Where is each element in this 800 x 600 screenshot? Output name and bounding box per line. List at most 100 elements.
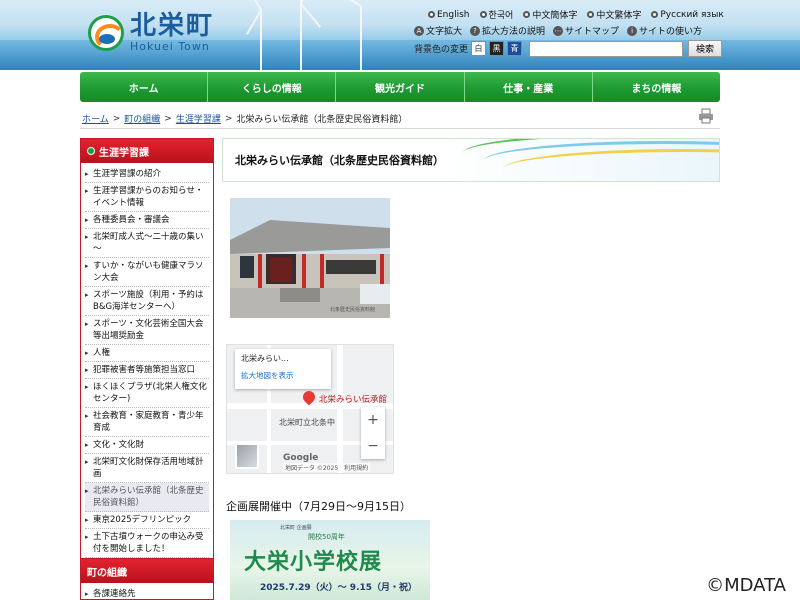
- map-layer-thumbnail[interactable]: [235, 443, 259, 469]
- global-navigation: ホーム くらしの情報 観光ガイド 仕事・産業 まちの情報: [80, 72, 720, 102]
- sidebar-item[interactable]: スポーツ施設（利用・予約はB&G海洋センターへ）: [85, 287, 209, 316]
- watermark: ©MDATA: [704, 575, 788, 596]
- nav-tourism[interactable]: 観光ガイド: [336, 72, 465, 102]
- sidebar-item[interactable]: 生涯学習課からのお知らせ・イベント情報: [85, 183, 209, 212]
- breadcrumb: ホーム > 町の組織 > 生涯学習課 > 北栄みらい伝承館（北条歴史民俗資料館）: [82, 112, 408, 126]
- sidebar-organization-menu: 町の組織 各課連絡先: [80, 558, 214, 600]
- bullet-icon: [479, 11, 487, 18]
- map-provider-logo: Google: [283, 453, 319, 463]
- map-pin-label: 北栄みらい伝承館: [319, 395, 388, 405]
- breadcrumb-separator: >: [164, 113, 172, 124]
- sidebar-list: 各課連絡先: [81, 583, 213, 599]
- sidebar-item[interactable]: 東京2025デフリンピック: [85, 512, 209, 529]
- breadcrumb-divider: [80, 128, 720, 129]
- sidebar-item[interactable]: すいか・ながいも健康マラソン大会: [85, 258, 209, 287]
- sidebar-department-menu: 生涯学習課 生涯学習課の紹介 生涯学習課からのお知らせ・イベント情報 各種委員会…: [80, 138, 214, 561]
- lang-russian-link[interactable]: Русский язык: [651, 8, 724, 21]
- sidebar-item[interactable]: 各種委員会・審議会: [85, 212, 209, 229]
- zoom-out-button[interactable]: −: [367, 438, 379, 454]
- event-heading: 企画展開催中（7月29日～9月15日）: [226, 500, 411, 513]
- print-icon[interactable]: [698, 108, 714, 124]
- map-enlarge-link[interactable]: 拡大地図を表示: [241, 370, 325, 381]
- sidebar-item[interactable]: 文化・文化財: [85, 437, 209, 454]
- nav-living[interactable]: くらしの情報: [208, 72, 337, 102]
- map-zoom-controls: + −: [361, 407, 385, 459]
- bg-blue-button[interactable]: 青: [507, 41, 523, 56]
- sidebar-heading: 生涯学習課: [81, 139, 213, 163]
- text-size-link[interactable]: A 文字拡大: [414, 24, 462, 37]
- help-icon: ?: [470, 25, 481, 36]
- bg-color-label: 背景色の変更: [414, 45, 469, 55]
- search-input[interactable]: [529, 40, 684, 57]
- lang-traditional-chinese-link[interactable]: 中文繁体字: [587, 8, 641, 21]
- sidebar-item[interactable]: 各課連絡先: [85, 586, 209, 599]
- embedded-map[interactable]: 北栄みらい... 拡大地図を表示 北栄みらい伝承館 北栄町立北条中 + − Go…: [226, 344, 394, 474]
- exhibition-poster: 北栄町 企画展 開校50周年 大栄小学校展 2025.7.29（火）～ 9.15…: [230, 520, 430, 600]
- sidebar-item[interactable]: 生涯学習課の紹介: [85, 166, 209, 183]
- nav-town-info[interactable]: まちの情報: [593, 72, 720, 102]
- map-footer: 地図データ ©2025 利用規約: [283, 463, 371, 472]
- breadcrumb-organization-link[interactable]: 町の組織: [124, 112, 160, 125]
- site-header: 北栄町 Hokuei Town English 한국어 中文簡体字 中文繁体字 …: [0, 0, 800, 70]
- sidebar-item[interactable]: 犯罪被害者等施策担当窓口: [85, 362, 209, 379]
- map-road: [337, 345, 343, 473]
- logo-title: 北栄町: [130, 11, 215, 41]
- sitemap-icon: ⋯: [553, 25, 564, 36]
- search-row: 背景色の変更 白 黒 青 検索: [414, 40, 723, 57]
- wind-turbine-graphic: [300, 0, 302, 70]
- sidebar-item[interactable]: 土下古墳ウォークの申込み受付を開始しました！: [85, 529, 209, 558]
- sidebar-item-current[interactable]: 北栄みらい伝承館（北条歴史民俗資料館）: [85, 483, 209, 512]
- lang-korean-link[interactable]: 한국어: [479, 8, 513, 21]
- nav-business[interactable]: 仕事・産業: [465, 72, 593, 102]
- wind-turbine-graphic: [260, 10, 262, 70]
- sidebar-item[interactable]: 北栄町文化財保存活用地域計画: [85, 454, 209, 483]
- breadcrumb-home-link[interactable]: ホーム: [82, 112, 109, 125]
- usage-link[interactable]: i サイトの使い方: [627, 24, 702, 37]
- breadcrumb-separator: >: [112, 113, 121, 124]
- town-emblem-icon: [88, 14, 125, 51]
- bullet-icon: [428, 11, 435, 18]
- info-icon: i: [627, 25, 638, 36]
- map-school-label: 北栄町立北条中: [279, 418, 335, 427]
- search-button[interactable]: 検索: [688, 40, 723, 57]
- sitemap-link[interactable]: ⋯ サイトマップ: [553, 24, 619, 37]
- nav-home[interactable]: ホーム: [80, 72, 209, 102]
- breadcrumb-department-link[interactable]: 生涯学習課: [176, 112, 221, 125]
- lang-english-link[interactable]: English: [428, 8, 470, 21]
- poster-title: 大栄小学校展: [244, 550, 383, 575]
- breadcrumb-current: 北栄みらい伝承館（北条歴史民俗資料館）: [236, 115, 408, 125]
- language-bar: English 한국어 中文簡体字 中文繁体字 Русский язык: [428, 8, 724, 21]
- poster-subtitle: 開校50周年: [308, 533, 345, 541]
- map-card-title: 北栄みらい...: [241, 354, 289, 363]
- site-logo[interactable]: 北栄町 Hokuei Town: [88, 12, 214, 53]
- page-title: 北栄みらい伝承館（北条歴史民俗資料館）: [235, 154, 444, 167]
- map-info-card: 北栄みらい... 拡大地図を表示: [235, 349, 331, 389]
- wind-turbine-graphic: [360, 6, 362, 70]
- page-title-banner: 北栄みらい伝承館（北条歴史民俗資料館）: [222, 138, 720, 182]
- svg-text:北条歴史民俗資料館: 北条歴史民俗資料館: [330, 306, 375, 313]
- sidebar-heading: 町の組織: [81, 559, 213, 583]
- text-size-icon: A: [414, 25, 424, 36]
- sidebar-item[interactable]: 社会教育・家庭教育・青少年育成: [85, 408, 209, 437]
- zoom-in-button[interactable]: +: [367, 412, 379, 428]
- logo-subtitle: Hokuei Town: [130, 40, 210, 53]
- lang-simplified-chinese-link[interactable]: 中文簡体字: [523, 8, 577, 21]
- breadcrumb-separator: >: [224, 113, 233, 124]
- poster-caption: 北栄町 企画展: [280, 525, 312, 531]
- sidebar-item[interactable]: 北栄町成人式～二十歳の集い～: [85, 229, 209, 258]
- turbine-blade: [300, 3, 322, 28]
- sidebar-list: 生涯学習課の紹介 生涯学習課からのお知らせ・イベント情報 各種委員会・審議会 北…: [81, 163, 213, 560]
- bg-black-button[interactable]: 黒: [489, 41, 505, 56]
- bullet-icon: [651, 11, 659, 18]
- sidebar-item[interactable]: スポーツ・文化芸術全国大会等出場奨励金: [85, 316, 209, 345]
- museum-building-photo: 北条歴史民俗資料館: [230, 198, 390, 318]
- poster-date: 2025.7.29（火）～ 9.15（月・祝）: [260, 583, 418, 593]
- utility-bar: A 文字拡大 ? 拡大方法の説明 ⋯ サイトマップ i サイトの使い方: [414, 24, 702, 37]
- sidebar-item[interactable]: 人権: [85, 345, 209, 362]
- building-illustration: 北条歴史民俗資料館: [230, 198, 390, 318]
- zoom-help-link[interactable]: ? 拡大方法の説明: [470, 24, 545, 37]
- bullet-icon: [587, 11, 595, 18]
- turbine-blade: [336, 0, 362, 7]
- sidebar-item[interactable]: ほくほくプラザ(北栄人権文化センター): [85, 379, 209, 408]
- bg-white-button[interactable]: 白: [471, 41, 487, 56]
